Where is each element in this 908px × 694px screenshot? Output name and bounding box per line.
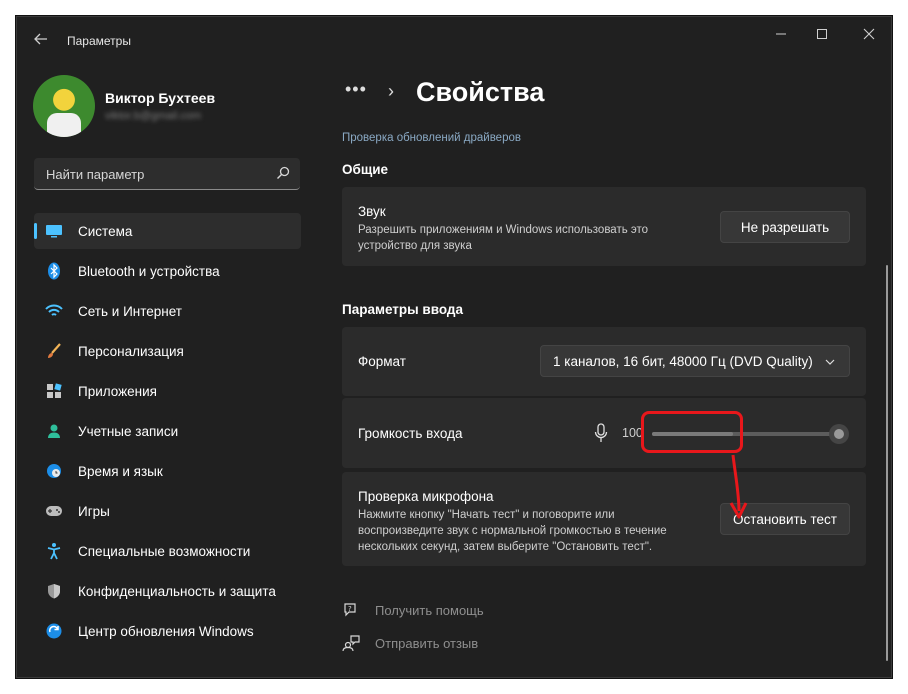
sidebar-item-windows-update[interactable]: Центр обновления Windows (34, 613, 301, 649)
mic-test-description-line3: нескольких секунд, затем выберите "Остан… (358, 541, 653, 553)
gamepad-icon (45, 502, 63, 520)
globe-clock-icon (45, 462, 63, 480)
input-volume-card: Громкость входа 100 (342, 398, 866, 468)
page-title: Свойства (416, 77, 545, 107)
chevron-down-icon (825, 359, 835, 365)
update-icon (45, 622, 63, 640)
sidebar-item-personalization[interactable]: Персонализация (34, 333, 301, 369)
input-volume-value: 100 (622, 426, 643, 440)
microphone-icon[interactable] (594, 423, 608, 443)
sidebar-item-accessibility[interactable]: Специальные возможности (34, 533, 301, 569)
sound-description-line2: устройство для звука (358, 240, 472, 252)
dont-allow-button[interactable]: Не разрешать (720, 211, 850, 243)
back-arrow-icon[interactable] (31, 31, 51, 51)
accessibility-icon (45, 542, 63, 560)
sidebar-item-label: Центр обновления Windows (78, 623, 254, 639)
search-box[interactable] (34, 158, 300, 190)
general-section-heading: Общие (342, 162, 389, 177)
format-value: 1 каналов, 16 бит, 48000 Гц (DVD Quality… (553, 353, 813, 369)
maximize-icon[interactable] (810, 25, 834, 45)
breadcrumb-overflow-button[interactable]: ••• (345, 79, 367, 100)
sidebar-item-label: Конфиденциальность и защита (78, 583, 276, 599)
settings-window: Параметры Виктор Бухтеев viktor.b@gmail.… (16, 16, 892, 678)
sidebar-item-label: Специальные возможности (78, 543, 251, 559)
sidebar-item-time-language[interactable]: Время и язык (34, 453, 301, 489)
sidebar-item-label: Персонализация (78, 343, 184, 359)
title-bar: Параметры (17, 17, 891, 67)
sidebar-item-label: Приложения (78, 383, 157, 399)
sidebar-item-network[interactable]: Сеть и Интернет (34, 293, 301, 329)
app-title: Параметры (67, 34, 131, 48)
mic-test-description-line1: Нажмите кнопку "Начать тест" и поговорит… (358, 509, 615, 521)
bluetooth-icon (45, 262, 63, 280)
annotation-highlight-box (641, 411, 743, 453)
wifi-icon (45, 302, 63, 320)
send-feedback-label: Отправить отзыв (375, 635, 479, 651)
person-icon (45, 422, 63, 440)
user-name: Виктор Бухтеев (105, 90, 216, 106)
sidebar-item-privacy[interactable]: Конфиденциальность и защита (34, 573, 301, 609)
send-feedback-link[interactable]: Отправить отзыв (342, 634, 478, 652)
shield-icon (45, 582, 63, 600)
sidebar-item-label: Bluetooth и устройства (78, 263, 220, 279)
sidebar-item-label: Игры (78, 503, 110, 519)
sidebar-item-apps[interactable]: Приложения (34, 373, 301, 409)
feedback-icon (342, 634, 360, 652)
user-email: viktor.b@gmail.com (105, 110, 202, 122)
sound-description-line1: Разрешить приложениям и Windows использо… (358, 224, 649, 236)
content-scrollbar[interactable] (886, 265, 888, 661)
get-help-label: Получить помощь (375, 602, 484, 618)
help-icon: ? (342, 601, 360, 619)
sidebar-item-accounts[interactable]: Учетные записи (34, 413, 301, 449)
format-label: Формат (358, 354, 406, 369)
apps-icon (45, 382, 63, 400)
sound-card: Звук Разрешить приложениям и Windows исп… (342, 187, 866, 266)
input-section-heading: Параметры ввода (342, 302, 463, 317)
close-icon[interactable] (857, 25, 881, 45)
monitor-icon (45, 222, 63, 240)
sidebar-item-gaming[interactable]: Игры (34, 493, 301, 529)
svg-text:?: ? (348, 605, 352, 613)
sidebar-item-label: Учетные записи (78, 423, 179, 439)
input-volume-label: Громкость входа (358, 426, 463, 441)
mic-test-card: Проверка микрофона Нажмите кнопку "Начат… (342, 472, 866, 566)
breadcrumb-chevron-icon: › (388, 81, 394, 101)
sound-title: Звук (358, 204, 386, 219)
sidebar-item-system[interactable]: Система (34, 213, 301, 249)
sidebar-item-label: Время и язык (78, 463, 163, 479)
mic-test-title: Проверка микрофона (358, 489, 494, 504)
sidebar-item-bluetooth[interactable]: Bluetooth и устройства (34, 253, 301, 289)
search-icon[interactable] (276, 166, 290, 180)
brush-icon (45, 342, 63, 360)
search-input[interactable] (44, 158, 268, 190)
get-help-link[interactable]: ? Получить помощь (342, 601, 484, 619)
sidebar-item-label: Сеть и Интернет (78, 303, 182, 319)
minimize-icon[interactable] (769, 25, 793, 45)
format-dropdown[interactable]: 1 каналов, 16 бит, 48000 Гц (DVD Quality… (540, 345, 850, 377)
format-card: Формат 1 каналов, 16 бит, 48000 Гц (DVD … (342, 327, 866, 396)
sidebar-nav: Система Bluetooth и устройства Сеть и Ин… (34, 213, 301, 653)
check-driver-updates-link[interactable]: Проверка обновлений драйверов (342, 132, 521, 144)
mic-test-description-line2: воспроизведите звук с нормальной громкос… (358, 525, 667, 537)
sidebar-item-label: Система (78, 223, 133, 239)
input-volume-slider-thumb[interactable] (829, 424, 849, 444)
annotation-arrow-icon (729, 454, 748, 519)
avatar[interactable] (33, 75, 95, 137)
